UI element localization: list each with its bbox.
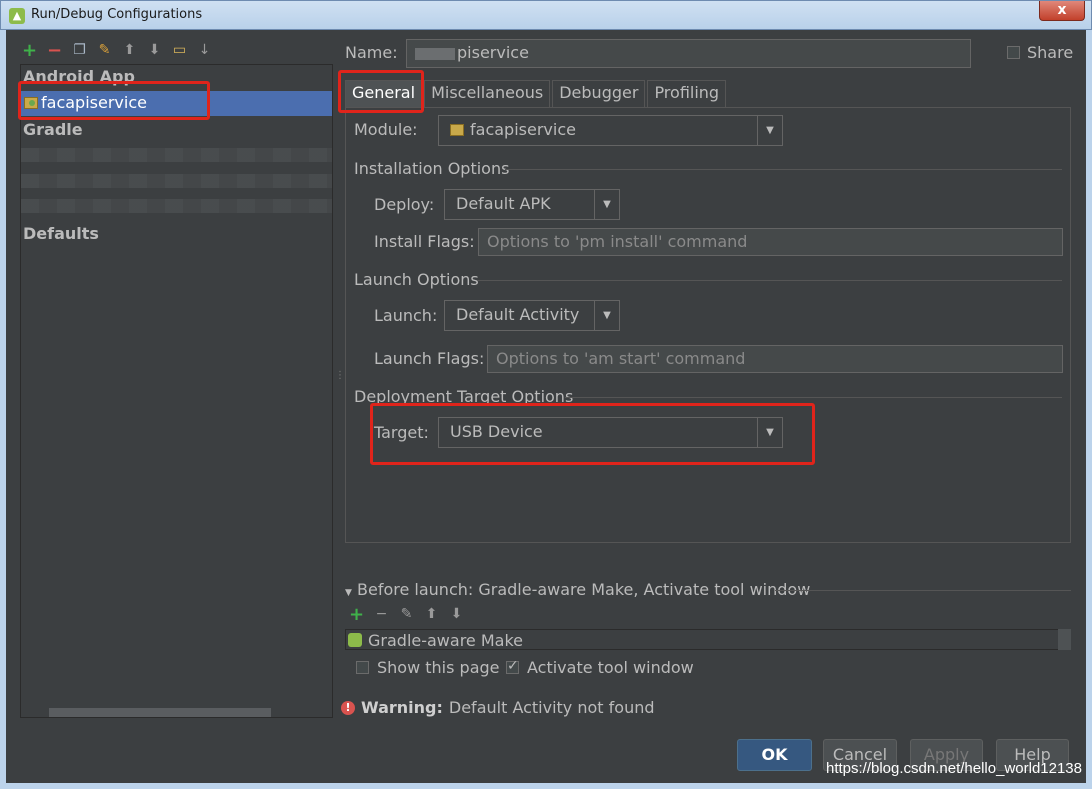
android-icon: [348, 633, 362, 647]
tree-group-gradle[interactable]: Gradle: [23, 120, 83, 139]
chevron-down-icon: ▼: [757, 418, 782, 447]
watermark: https://blog.csdn.net/hello_world12138: [825, 760, 1082, 777]
activate-tool-window-checkbox[interactable]: [506, 658, 519, 674]
close-window-button[interactable]: x: [1039, 1, 1085, 21]
before-launch-header[interactable]: ▼ Before launch: Gradle-aware Make, Acti…: [345, 580, 810, 599]
collapse-triangle-icon: ▼: [345, 588, 352, 598]
list-item[interactable]: Gradle-aware Make: [368, 631, 523, 650]
module-label: Module:: [354, 120, 418, 139]
target-select[interactable]: USB Device ▼: [438, 417, 783, 448]
deployment-target-heading: Deployment Target Options: [354, 387, 574, 406]
name-input[interactable]: piservice: [406, 39, 971, 68]
name-label: Name:: [345, 43, 398, 62]
install-flags-input[interactable]: Options to 'pm install' command: [478, 228, 1063, 256]
list-scrollbar[interactable]: [1058, 629, 1071, 650]
show-this-page-checkbox[interactable]: [356, 661, 369, 674]
launch-flags-label: Launch Flags:: [374, 349, 485, 368]
edit-defaults-icon[interactable]: ✎: [97, 42, 112, 58]
configurations-toolbar: + − ❐ ✎ ⬆ ⬇ ▭ ↓: [22, 40, 212, 60]
remove-icon[interactable]: −: [47, 41, 62, 59]
chevron-down-icon: ▼: [594, 190, 619, 219]
launch-select[interactable]: Default Activity ▼: [444, 300, 620, 331]
move-down-icon[interactable]: ⬇: [147, 42, 162, 58]
divider: [505, 169, 1062, 170]
divider: [565, 397, 1062, 398]
config-tabs: General Miscellaneous Debugger Profiling: [345, 80, 728, 107]
move-down-icon[interactable]: ⬇: [449, 607, 464, 622]
splitter-handle[interactable]: ⋮: [335, 370, 345, 386]
installation-options-heading: Installation Options: [354, 159, 510, 178]
launch-flags-input[interactable]: Options to 'am start' command: [487, 345, 1063, 373]
tab-profiling[interactable]: Profiling: [647, 80, 727, 107]
warning-text: Default Activity not found: [448, 698, 655, 717]
redacted-item: [21, 174, 332, 188]
tab-general[interactable]: General: [345, 80, 423, 107]
edit-task-icon[interactable]: ✎: [399, 607, 414, 622]
move-up-icon[interactable]: ⬆: [424, 607, 439, 622]
remove-task-icon[interactable]: −: [374, 607, 389, 622]
chevron-down-icon: ▼: [594, 301, 619, 330]
launch-options-heading: Launch Options: [354, 270, 479, 289]
add-icon[interactable]: +: [22, 41, 37, 59]
ok-button[interactable]: OK: [737, 739, 812, 771]
tab-debugger[interactable]: Debugger: [552, 80, 646, 107]
configurations-tree[interactable]: Android App facapiservice Gradle Default…: [20, 64, 333, 718]
deploy-select[interactable]: Default APK ▼: [444, 189, 620, 220]
install-flags-label: Install Flags:: [374, 232, 475, 251]
share-toggle[interactable]: Share: [1007, 43, 1073, 62]
window-title: Run/Debug Configurations: [31, 7, 203, 22]
move-up-icon[interactable]: ⬆: [122, 42, 137, 58]
before-launch-list[interactable]: Gradle-aware Make: [345, 629, 1059, 650]
tree-item-facapiservice[interactable]: facapiservice: [21, 91, 332, 116]
android-config-icon: [24, 97, 38, 109]
share-checkbox[interactable]: [1007, 46, 1020, 59]
before-launch-toolbar: + − ✎ ⬆ ⬇: [349, 606, 464, 624]
warning-icon: !: [341, 700, 355, 715]
target-label: Target:: [374, 423, 429, 442]
module-select[interactable]: facapiservice ▼: [438, 115, 783, 146]
activate-tool-window-toggle[interactable]: Activate tool window: [506, 658, 694, 677]
tree-group-android-app[interactable]: Android App: [23, 67, 135, 86]
redacted-item: [21, 199, 332, 213]
window-titlebar: ▲ Run/Debug Configurations x: [0, 0, 1092, 30]
warning-label: Warning:: [361, 698, 443, 717]
divider: [477, 280, 1062, 281]
warning-message: ! Warning: Default Activity not found: [341, 698, 655, 717]
deploy-label: Deploy:: [374, 195, 435, 214]
tab-miscellaneous[interactable]: Miscellaneous: [424, 80, 551, 107]
add-task-icon[interactable]: +: [349, 606, 364, 624]
share-label: Share: [1027, 43, 1074, 62]
tree-horizontal-scrollbar[interactable]: [49, 708, 271, 717]
folder-icon[interactable]: ▭: [172, 42, 187, 58]
divider: [775, 590, 1071, 591]
sort-icon[interactable]: ↓: [197, 42, 212, 58]
module-icon: [450, 124, 464, 136]
tree-item-label: facapiservice: [41, 93, 147, 112]
copy-icon[interactable]: ❐: [72, 42, 87, 58]
redacted-item: [21, 148, 332, 162]
show-this-page-label: Show this page: [377, 658, 500, 677]
tree-group-defaults[interactable]: Defaults: [23, 224, 99, 243]
redacted-text: [415, 47, 455, 60]
android-studio-icon: ▲: [9, 8, 25, 24]
launch-label: Launch:: [374, 306, 438, 325]
show-this-page-toggle[interactable]: Show this page: [356, 658, 500, 677]
chevron-down-icon: ▼: [757, 116, 782, 145]
activate-tool-window-label: Activate tool window: [527, 658, 694, 677]
